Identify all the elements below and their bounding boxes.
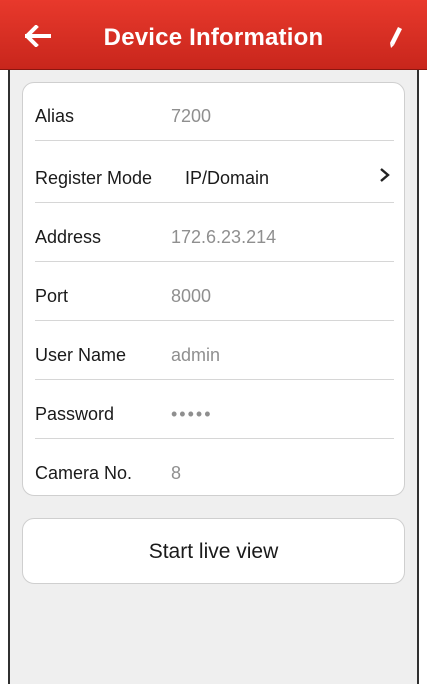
user-name-label: User Name <box>35 345 127 365</box>
device-info-card: Alias 7200 Register Mode IP/Domain Addre… <box>22 82 405 496</box>
page-title: Device Information <box>103 24 324 51</box>
divider <box>35 438 394 439</box>
start-live-view-button[interactable]: Start live view <box>22 518 405 584</box>
alias-row[interactable]: Alias 7200 <box>23 83 404 141</box>
divider <box>35 202 394 203</box>
divider <box>35 261 394 262</box>
divider <box>35 320 394 321</box>
alias-label: Alias <box>35 106 75 126</box>
address-row[interactable]: Address 172.6.23.214 <box>23 204 404 262</box>
divider <box>35 379 394 380</box>
camera-no-value: 8 <box>171 463 182 483</box>
chevron-right-icon <box>380 168 390 182</box>
device-information-screen: Device Information Alias 7200 Register M… <box>0 0 427 684</box>
user-name-value: admin <box>171 345 221 365</box>
port-row[interactable]: Port 8000 <box>23 263 404 321</box>
port-value: 8000 <box>171 286 212 306</box>
register-mode-row[interactable]: Register Mode IP/Domain <box>23 145 404 203</box>
edit-button[interactable] <box>379 20 413 54</box>
arrow-left-icon <box>25 25 51 47</box>
port-label: Port <box>35 286 69 306</box>
alias-value: 7200 <box>171 106 212 126</box>
camera-no-row[interactable]: Camera No. 8 <box>23 440 404 495</box>
password-label: Password <box>35 404 115 424</box>
address-value: 172.6.23.214 <box>171 227 277 247</box>
password-row[interactable]: Password ••••• <box>23 381 404 439</box>
title-bar: Device Information <box>0 0 427 70</box>
camera-no-label: Camera No. <box>35 463 133 483</box>
address-label: Address <box>35 227 102 247</box>
register-mode-value: IP/Domain <box>185 168 270 188</box>
user-name-row[interactable]: User Name admin <box>23 322 404 380</box>
register-mode-label: Register Mode <box>35 168 153 188</box>
divider <box>35 140 394 141</box>
pencil-icon <box>390 27 402 48</box>
password-value: ••••• <box>171 404 213 424</box>
back-button[interactable] <box>20 18 56 54</box>
